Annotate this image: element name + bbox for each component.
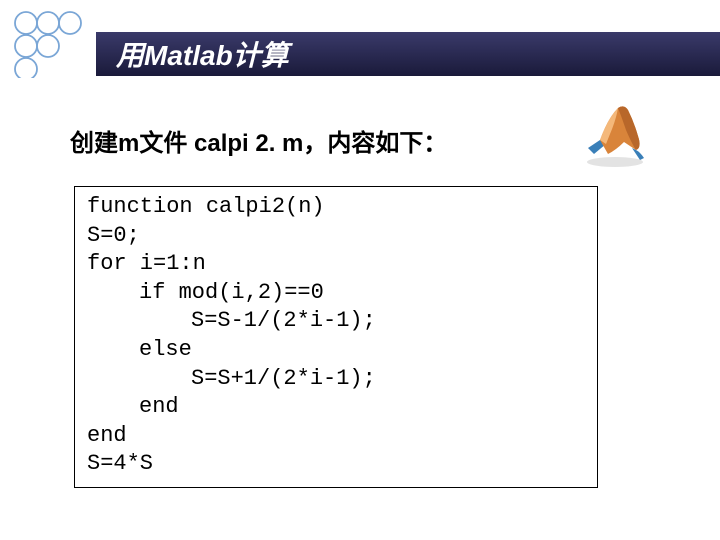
code-line: end: [87, 393, 585, 422]
matlab-logo-icon: [580, 100, 650, 170]
code-line: end: [87, 422, 585, 451]
decorative-circles: [8, 8, 88, 78]
code-line: S=S+1/(2*i-1);: [87, 365, 585, 394]
code-block: function calpi2(n) S=0; for i=1:n if mod…: [74, 186, 598, 488]
title-bar: 用Matlab计算: [96, 32, 720, 76]
subtitle-text: 创建m文件 calpi 2. m，内容如下：: [70, 123, 447, 158]
code-line: S=4*S: [87, 450, 585, 479]
code-line: else: [87, 336, 585, 365]
code-line: S=S-1/(2*i-1);: [87, 307, 585, 336]
code-line: function calpi2(n): [87, 193, 585, 222]
code-line: if mod(i,2)==0: [87, 279, 585, 308]
subtitle-row: 创建m文件 calpi 2. m，内容如下：: [70, 110, 650, 170]
page-title: 用Matlab计算: [116, 34, 289, 74]
code-line: S=0;: [87, 222, 585, 251]
code-line: for i=1:n: [87, 250, 585, 279]
